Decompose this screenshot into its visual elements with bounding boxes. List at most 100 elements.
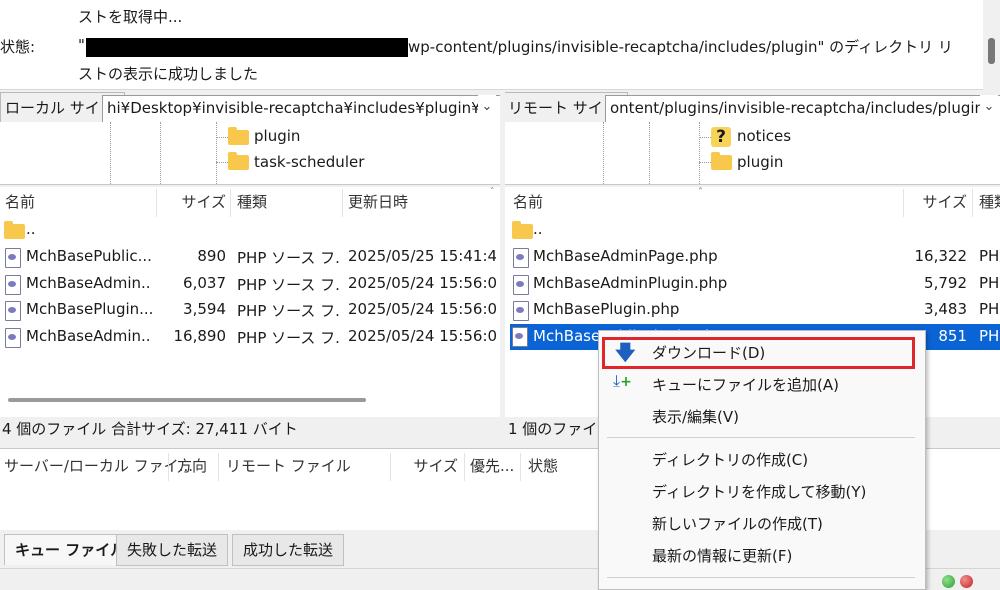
remote-directory-tree: ? notices plugin xyxy=(503,122,1000,185)
menu-separator xyxy=(607,437,915,438)
file-name: .. xyxy=(26,220,36,238)
menu-item-refresh[interactable]: 最新の情報に更新(F) xyxy=(599,541,925,571)
local-site-path-input[interactable]: hi¥Desktop¥invisible-recaptcha¥includes¥… xyxy=(102,95,504,123)
tree-overflow-mark xyxy=(698,178,710,184)
file-size: 3,594 xyxy=(183,300,226,318)
file-name: MchBasePlugin.... xyxy=(26,300,152,318)
file-type: PHP ソース フ... xyxy=(237,329,341,347)
log-status-path: wp-content/plugins/invisible-recaptcha/i… xyxy=(408,38,953,56)
column-header-name[interactable]: 名前 xyxy=(5,191,35,212)
local-site-bar: ローカル サイト: hi¥Desktop¥invisible-recaptcha… xyxy=(0,92,504,124)
file-type: PH xyxy=(979,300,1000,318)
sort-indicator-icon: ˄ xyxy=(490,187,495,197)
folder-icon xyxy=(4,221,25,239)
php-file-icon xyxy=(512,327,528,347)
file-type: PHP ソース フ... xyxy=(237,302,341,320)
context-menu: 🡇 ダウンロード(D) ⤓+ キューにファイルを追加(A) 表示/編集(V) デ… xyxy=(598,330,926,590)
queue-col-remote-file[interactable]: リモート ファイル xyxy=(226,455,351,476)
folder-icon xyxy=(512,221,533,239)
queue-col-status[interactable]: 状態 xyxy=(528,455,558,476)
file-name: MchBaseAdminPage.php xyxy=(533,247,718,265)
queue-col-size[interactable]: サイズ xyxy=(390,455,458,476)
highlight-box xyxy=(602,337,915,369)
file-name: MchBasePublic... xyxy=(26,247,152,265)
question-folder-icon: ? xyxy=(711,127,731,147)
file-modified: 2025/05/24 15:56:0 xyxy=(348,274,496,292)
redaction-bar xyxy=(86,38,408,57)
menu-item-label: 新しいファイルの作成(T) xyxy=(652,515,823,533)
menu-item-label: 最新の情報に更新(F) xyxy=(652,547,793,565)
folder-icon xyxy=(711,152,732,170)
file-modified: 2025/05/25 15:41:4 xyxy=(348,247,496,265)
file-modified: 2025/05/24 15:56:0 xyxy=(348,300,496,318)
menu-item-create-and-enter-directory[interactable]: ディレクトリを作成して移動(Y) xyxy=(599,477,925,507)
tree-item-plugin[interactable]: plugin xyxy=(254,127,300,145)
menu-item-create-new-file[interactable]: 新しいファイルの作成(T) xyxy=(599,509,925,539)
php-file-icon xyxy=(5,301,21,321)
log-line: ストを取得中... xyxy=(78,8,183,26)
file-name: .. xyxy=(533,220,543,238)
file-type: PHP ソース フ... xyxy=(237,276,341,294)
menu-item-label: ディレクトリの作成(C) xyxy=(652,451,809,469)
php-file-icon xyxy=(513,275,529,295)
file-name: MchBaseAdminPlugin.php xyxy=(533,274,728,292)
file-size: 16,890 xyxy=(173,327,227,345)
php-file-icon xyxy=(513,301,529,321)
menu-item-view-edit[interactable]: 表示/編集(V) xyxy=(599,402,925,432)
file-type: PH xyxy=(979,327,1000,345)
remote-status-text: 1 個のファイル xyxy=(508,420,613,438)
menu-item-create-directory[interactable]: ディレクトリの作成(C) xyxy=(599,445,925,475)
remote-site-path-input[interactable]: ontent/plugins/invisible-recaptcha/inclu… xyxy=(605,95,1000,123)
tab-successful-transfers[interactable]: 成功した転送 xyxy=(232,534,345,566)
file-size: 5,792 xyxy=(924,274,967,292)
file-modified: 2025/05/24 15:56:0 xyxy=(348,327,496,345)
horizontal-scrollbar[interactable] xyxy=(8,398,366,402)
menu-item-label: ディレクトリを作成して移動(Y) xyxy=(652,483,867,501)
tree-item-notices[interactable]: notices xyxy=(737,127,791,145)
log-line: ストの表示に成功しました xyxy=(78,65,259,83)
pane-splitter[interactable] xyxy=(500,92,505,442)
file-size: 6,037 xyxy=(183,274,226,292)
queue-col-priority[interactable]: 優先... xyxy=(470,455,514,476)
column-header-size[interactable]: サイズ xyxy=(156,191,226,212)
add-to-queue-icon: ⤓+ xyxy=(613,371,632,391)
remote-site-bar: リモート サイト: ontent/plugins/invisible-recap… xyxy=(503,92,1000,124)
tree-item-plugin[interactable]: plugin xyxy=(737,153,783,171)
column-header-type[interactable]: 種類 xyxy=(237,191,267,212)
queue-col-local-file[interactable]: サーバー/ローカル ファイ... xyxy=(4,455,193,476)
file-name: MchBasePlugin.php xyxy=(533,300,680,318)
php-file-icon xyxy=(5,248,21,268)
column-header-modified[interactable]: 更新日時 xyxy=(348,191,408,212)
file-type: PH xyxy=(979,247,1000,265)
file-size: 3,483 xyxy=(924,300,967,318)
file-name: MchBaseAdmin... xyxy=(26,327,152,345)
file-name: MchBaseAdmin... xyxy=(26,274,152,292)
php-file-icon xyxy=(5,328,21,348)
scrollbar-thumb[interactable] xyxy=(988,38,995,64)
tree-item-task-scheduler[interactable]: task-scheduler xyxy=(254,153,364,171)
tab-failed-transfers[interactable]: 失敗した転送 xyxy=(116,534,229,566)
menu-item-label: キューにファイルを追加(A) xyxy=(652,376,839,394)
local-status-bar: 4 個のファイル 合計サイズ: 27,411 バイト xyxy=(0,417,500,442)
folder-icon xyxy=(228,127,249,145)
column-header-type[interactable]: 種類 xyxy=(979,191,1000,212)
queue-col-direction[interactable]: 方向 xyxy=(177,455,207,476)
local-directory-tree: plugin task-scheduler xyxy=(0,122,500,185)
local-status-text: 4 個のファイル 合計サイズ: 27,411 バイト xyxy=(2,420,298,438)
column-header-name[interactable]: 名前 xyxy=(513,191,543,212)
sort-indicator-icon: ˄ xyxy=(698,187,703,198)
menu-item-add-to-queue[interactable]: ⤓+ キューにファイルを追加(A) xyxy=(599,370,925,400)
log-quote: " xyxy=(78,36,85,54)
php-file-icon xyxy=(5,275,21,295)
local-file-list: 名前 サイズ 種類 更新日時 ˄ .. MchBasePublic... 890… xyxy=(0,187,500,442)
file-type: PHP ソース フ... xyxy=(237,249,341,267)
folder-icon xyxy=(228,152,249,170)
php-file-icon xyxy=(513,248,529,268)
chevron-down-icon[interactable]: ⌄ xyxy=(478,95,496,121)
log-scrollbar[interactable] xyxy=(983,0,1000,90)
file-size: 890 xyxy=(197,247,226,265)
log-status-label: 状態: xyxy=(0,38,36,56)
message-log: ストを取得中... 状態: " wp-content/plugins/invis… xyxy=(0,0,1000,90)
column-header-size[interactable]: サイズ xyxy=(903,191,967,212)
chevron-down-icon[interactable]: ⌄ xyxy=(980,95,998,121)
